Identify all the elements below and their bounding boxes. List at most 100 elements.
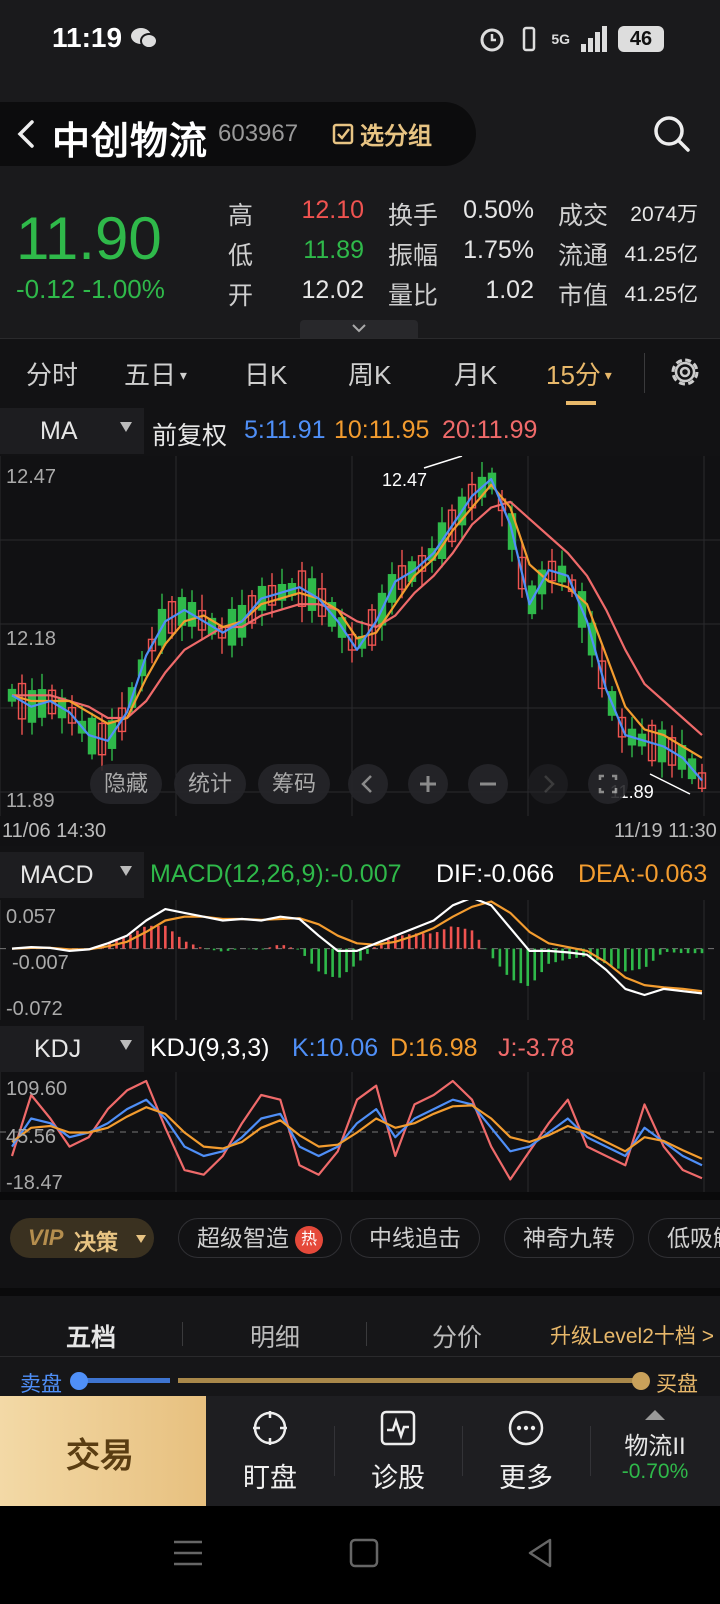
more-button[interactable]: 更多 xyxy=(462,1396,590,1506)
kdj-chart-canvas[interactable] xyxy=(0,1072,720,1194)
stat-value-float-cap: 41.25亿 xyxy=(624,243,698,266)
hide-button[interactable]: 隐藏 xyxy=(90,764,162,804)
macd-indicator-bar: MACD MACD(12,26,9):-0.007 DIF:-0.066 DEA… xyxy=(0,852,720,898)
tab-monthly-k[interactable]: 月K xyxy=(454,355,497,392)
strategy-chip-magic-nine[interactable]: 神奇九转 xyxy=(504,1218,634,1258)
caret-down-icon xyxy=(136,1235,146,1243)
plus-icon xyxy=(420,776,436,792)
stat-label-open: 开 xyxy=(228,282,254,310)
tab-weekly-k[interactable]: 周K xyxy=(348,355,391,392)
buy-ratio-dot xyxy=(632,1372,650,1390)
kdj-params: KDJ(9,3,3) xyxy=(150,1034,270,1062)
change-value: -0.12 xyxy=(16,274,76,304)
back-icon[interactable] xyxy=(10,116,46,152)
header: 中创物流 603967 选分组 xyxy=(0,80,720,180)
kdj-selector[interactable]: KDJ xyxy=(0,1026,144,1072)
strategy-chip-low-buy[interactable]: 低吸解 xyxy=(648,1218,720,1258)
select-group-button[interactable]: 选分组 xyxy=(332,116,432,151)
status-icons: 5G 46 xyxy=(477,24,664,54)
tab-details[interactable]: 明细 xyxy=(250,1318,300,1354)
tab-five-day[interactable]: 五日 ▾ xyxy=(124,355,187,392)
caret-down-icon: ▾ xyxy=(600,367,612,383)
caret-down-icon: ▾ xyxy=(176,367,187,383)
active-tab-indicator xyxy=(566,401,596,405)
home-icon[interactable] xyxy=(348,1536,380,1570)
watch-label: 盯盘 xyxy=(243,1463,297,1493)
status-bar: 11:19 5G 46 xyxy=(0,0,720,80)
ma20-value: 20:11.99 xyxy=(442,416,538,444)
back-nav-icon[interactable] xyxy=(524,1536,556,1570)
title-bar: 中创物流 603967 选分组 xyxy=(0,102,476,166)
chips-button[interactable]: 筹码 xyxy=(258,764,330,804)
quote-panel: 11.90 -0.12 -1.00% 高 12.10 低 11.89 开 12.… xyxy=(0,180,720,338)
stat-value-volume-ratio: 1.02 xyxy=(485,276,534,304)
hot-badge: 热 xyxy=(295,1226,323,1254)
macd-y-mid: -0.007 xyxy=(12,952,69,974)
stat-value-amplitude: 1.75% xyxy=(463,236,534,264)
tab-daily-k[interactable]: 日K xyxy=(244,355,287,392)
menu-icon[interactable] xyxy=(172,1536,204,1570)
trade-button[interactable]: 交易 xyxy=(0,1396,206,1506)
current-price: 11.90 xyxy=(16,205,162,272)
tab-intraday[interactable]: 分时 xyxy=(26,355,78,392)
upgrade-level2-link[interactable]: 升级Level2十档 > xyxy=(550,1320,714,1350)
signal-icon xyxy=(581,26,607,52)
watch-button[interactable]: 盯盘 xyxy=(206,1396,334,1506)
vibrate-icon xyxy=(523,26,536,52)
kline-chart[interactable]: 12.47 12.18 11.89 12.47 11.89 xyxy=(0,455,720,816)
macd-chart-canvas[interactable] xyxy=(0,896,720,1020)
ma20-line xyxy=(12,500,703,736)
j-line xyxy=(10,1079,703,1181)
sell-label: 卖盘 xyxy=(20,1373,62,1396)
stat-value-high: 12.10 xyxy=(301,196,364,224)
battery-icon: 46 xyxy=(618,26,664,52)
chevron-right-icon xyxy=(544,775,555,793)
k-value: K:10.06 xyxy=(292,1034,379,1062)
x-axis-start: 11/06 14:30 xyxy=(2,820,107,842)
macd-selector[interactable]: MACD xyxy=(0,852,144,898)
kline-chart-canvas[interactable] xyxy=(0,455,720,816)
diagnose-label: 诊股 xyxy=(371,1463,425,1493)
macd-chart[interactable]: 0.057 -0.007 -0.072 xyxy=(0,896,720,1020)
expand-quote-button[interactable] xyxy=(300,320,418,338)
ma-selector[interactable]: MA xyxy=(0,408,144,454)
gear-icon[interactable] xyxy=(666,353,704,391)
stat-value-low: 11.89 xyxy=(303,236,364,264)
tab-five-day-label: 五日 xyxy=(124,360,177,390)
zoom-in-button[interactable] xyxy=(408,764,448,804)
strategy-chip-smart-manufacturing[interactable]: 超级智造热 xyxy=(178,1218,342,1258)
macd-selector-label: MACD xyxy=(20,861,94,889)
search-icon[interactable] xyxy=(652,114,692,154)
tab-15min[interactable]: 15分 ▾ xyxy=(546,355,612,392)
stock-name: 中创物流 xyxy=(52,121,209,163)
tab-price-distribution[interactable]: 分价 xyxy=(432,1318,482,1354)
kdj-chart[interactable]: 109.60 45.56 -18.47 xyxy=(0,1072,720,1194)
x-axis-end: 11/19 11:30 xyxy=(614,820,717,842)
stats-button[interactable]: 统计 xyxy=(174,764,246,804)
high-marker-label: 12.47 xyxy=(382,470,428,490)
j-value: J:-3.78 xyxy=(498,1034,575,1062)
alarm-icon xyxy=(480,28,504,52)
ma-indicator-bar: MA 前复权 5:11.91 10:11.95 20:11.99 xyxy=(0,408,720,454)
next-button[interactable] xyxy=(528,764,568,804)
stat-value-open: 12.02 xyxy=(301,276,364,304)
caret-down-icon xyxy=(120,866,132,876)
vip-decision-button[interactable]: VIP 决策 xyxy=(10,1218,154,1258)
tab-five-levels[interactable]: 五档 xyxy=(66,1318,116,1354)
y-axis-low: 11.89 xyxy=(6,790,55,812)
tab-divider xyxy=(644,353,645,393)
sector-change: -0.70% xyxy=(621,1460,689,1483)
select-group-label: 选分组 xyxy=(360,123,432,150)
fullscreen-button[interactable] xyxy=(588,764,628,804)
stat-label-high: 高 xyxy=(228,202,254,230)
vip-label: VIP xyxy=(28,1225,64,1250)
macd-y-top: 0.057 xyxy=(6,906,57,928)
checkbox-icon xyxy=(332,123,354,144)
zoom-out-button[interactable] xyxy=(468,764,508,804)
adjust-mode[interactable]: 前复权 xyxy=(152,416,227,452)
prev-button[interactable] xyxy=(348,764,388,804)
trade-label: 交易 xyxy=(66,1437,134,1475)
caret-down-icon xyxy=(120,422,132,432)
diagnose-button[interactable]: 诊股 xyxy=(334,1396,462,1506)
strategy-chip-midline[interactable]: 中线追击 xyxy=(350,1218,480,1258)
